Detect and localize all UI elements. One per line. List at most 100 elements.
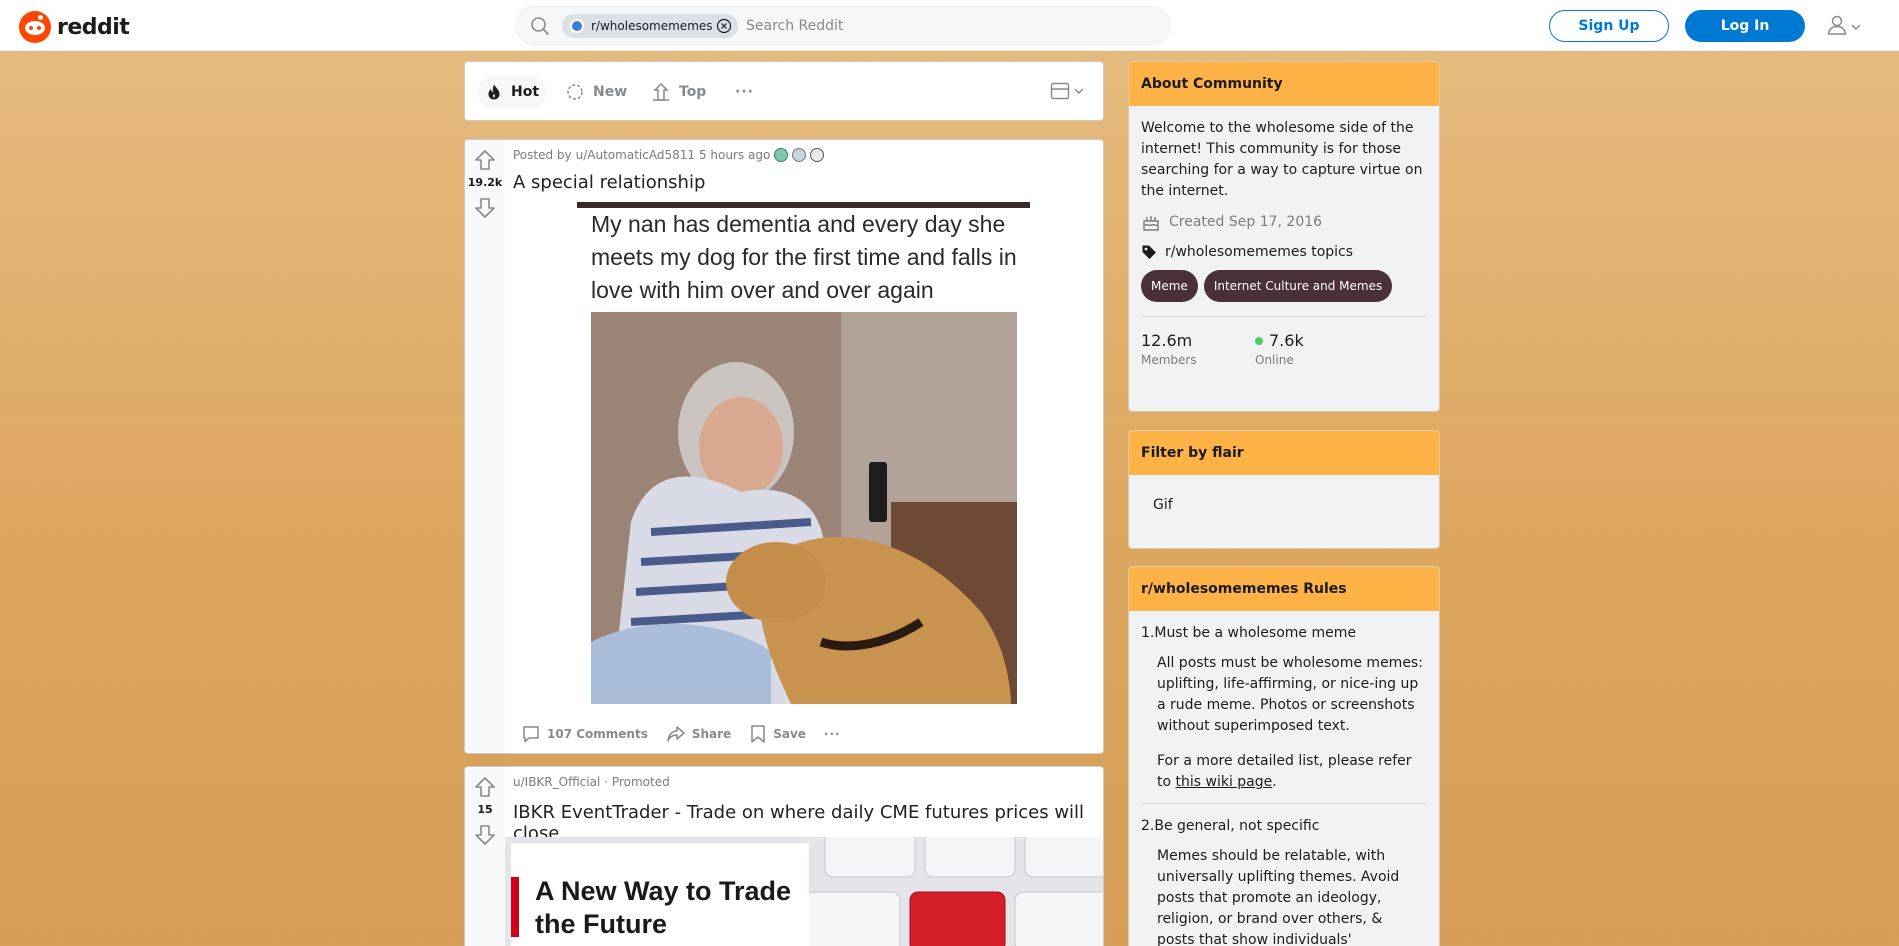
reddit-logo[interactable]: reddit xyxy=(19,11,130,43)
topic-chip-internet-culture[interactable]: Internet Culture and Memes xyxy=(1203,270,1393,302)
topic-chip-meme[interactable]: Meme xyxy=(1141,270,1198,302)
members-stat: 12.6m Members xyxy=(1141,331,1255,367)
award-icon[interactable] xyxy=(810,148,825,162)
filter-by-flair-header: Filter by flair xyxy=(1129,431,1439,475)
save-label: Save xyxy=(773,727,806,741)
logo-text: reddit xyxy=(57,14,130,40)
more-dots-icon: ··· xyxy=(823,727,841,741)
ad-image[interactable]: A New Way to Trade the Future xyxy=(505,837,1103,946)
chevron-down-icon xyxy=(1074,88,1084,94)
card-view-icon xyxy=(1050,82,1070,100)
layout-view-toggle[interactable] xyxy=(1050,82,1085,100)
close-chip-icon[interactable] xyxy=(716,18,732,37)
subreddit-search-chip: r/wholesomememes xyxy=(562,14,738,38)
user-icon xyxy=(1826,14,1848,40)
post-image[interactable]: My nan has dementia and every day she me… xyxy=(505,202,1103,714)
vote-count: 19.2k xyxy=(467,176,503,189)
post-title[interactable]: A special relationship xyxy=(513,172,705,193)
rule-description: All posts must be wholesome memes: uplif… xyxy=(1157,655,1423,734)
post-more-button[interactable]: ··· xyxy=(818,721,847,747)
post-author-link[interactable]: u/AutomaticAd5811 xyxy=(576,148,695,162)
meme-photo xyxy=(591,312,1017,704)
members-label: Members xyxy=(1141,353,1197,367)
sparkle-icon xyxy=(567,84,583,100)
rule-title: 1.Must be a wholesome meme xyxy=(1141,625,1356,641)
upvote-arrow-icon[interactable] xyxy=(473,775,497,803)
tag-icon xyxy=(1142,245,1156,259)
ad-headline-card: A New Way to Trade the Future xyxy=(511,843,809,946)
rule-item[interactable]: 2.Be general, not specific Memes should … xyxy=(1129,804,1439,946)
more-dots-icon: ··· xyxy=(735,84,754,100)
sort-new-label: New xyxy=(593,84,628,100)
sort-top[interactable]: Top xyxy=(643,76,714,108)
rule-item[interactable]: 1.Must be a wholesome meme All posts mus… xyxy=(1129,611,1439,804)
vote-count: 15 xyxy=(477,803,493,816)
comments-button[interactable]: 107 Comments xyxy=(515,718,654,750)
online-count: 7.6k xyxy=(1269,331,1304,350)
flair-list: Gif xyxy=(1129,475,1439,535)
online-dot-icon xyxy=(1255,336,1263,345)
top-chart-icon xyxy=(653,82,669,101)
topics-label: r/wholesomememes topics xyxy=(1165,244,1354,260)
post-time[interactable]: 5 hours ago xyxy=(699,148,770,162)
log-in-button[interactable]: Log In xyxy=(1685,10,1805,42)
topics-line: r/wholesomememes topics xyxy=(1129,232,1439,260)
wiki-page-link[interactable]: this wiki page xyxy=(1176,774,1273,790)
cake-icon xyxy=(1143,216,1159,231)
reddit-snoo-icon xyxy=(19,11,51,43)
share-label: Share xyxy=(691,727,732,741)
rules-header: r/wholesomememes Rules xyxy=(1129,567,1439,611)
flair-item-gif[interactable]: Gif xyxy=(1153,497,1173,513)
rule-wiki-note: For a more detailed list, please refer t… xyxy=(1157,753,1412,790)
flame-icon xyxy=(488,84,500,100)
members-count: 12.6m xyxy=(1141,331,1193,350)
chip-label: r/wholesomememes xyxy=(591,19,713,33)
chevron-down-icon xyxy=(1850,18,1862,37)
post-author-link[interactable]: u/IBKR_Official xyxy=(513,775,600,789)
created-label: Created Sep 17, 2016 xyxy=(1169,214,1323,230)
subreddit-icon xyxy=(570,19,584,33)
rule-body: Memes should be relatable, with universa… xyxy=(1141,834,1427,946)
upvote-arrow-icon[interactable] xyxy=(473,148,497,176)
search-input[interactable] xyxy=(746,15,1146,37)
about-community-header: About Community xyxy=(1129,62,1439,106)
post-meta: Posted by u/AutomaticAd5811 5 hours ago xyxy=(513,148,825,162)
rule-description: Memes should be relatable, with universa… xyxy=(1157,848,1400,946)
post-actions: 107 Comments Share Save ··· xyxy=(505,715,1103,753)
search-icon xyxy=(530,16,550,40)
comment-icon xyxy=(523,726,539,743)
sign-up-button[interactable]: Sign Up xyxy=(1549,10,1669,42)
rule-body: All posts must be wholesome memes: uplif… xyxy=(1141,641,1427,793)
downvote-arrow-icon[interactable] xyxy=(473,823,497,851)
save-button[interactable]: Save xyxy=(743,718,812,750)
about-community-widget: About Community Welcome to the wholesome… xyxy=(1128,61,1440,412)
sort-new[interactable]: New xyxy=(557,76,635,108)
promoted-post-card[interactable]: 15 u/IBKR_Official · Promoted IBKR Event… xyxy=(464,766,1104,946)
share-icon xyxy=(667,726,685,742)
community-stats: 12.6m Members 7.6k Online xyxy=(1129,317,1439,367)
rule-title: 2.Be general, not specific xyxy=(1141,818,1320,834)
rules-widget: r/wholesomememes Rules 1.Must be a whole… xyxy=(1128,566,1440,946)
award-icon[interactable] xyxy=(792,148,807,162)
topic-chips: Meme Internet Culture and Memes xyxy=(1129,260,1439,302)
sort-bar: Hot New Top ··· xyxy=(464,61,1104,121)
search-bar[interactable]: r/wholesomememes xyxy=(515,6,1171,45)
share-button[interactable]: Share xyxy=(660,718,737,750)
user-menu-dropdown[interactable] xyxy=(1826,14,1862,40)
promoted-label: · Promoted xyxy=(604,775,670,789)
online-label: Online xyxy=(1255,353,1294,367)
vote-column: 15 xyxy=(465,767,505,946)
bookmark-icon xyxy=(751,725,765,743)
top-header: reddit r/wholesomememes Sign Up Log In xyxy=(0,0,1899,51)
post-card[interactable]: 19.2k Posted by u/AutomaticAd5811 5 hour… xyxy=(464,139,1104,754)
sort-more-button[interactable]: ··· xyxy=(727,76,762,108)
downvote-arrow-icon[interactable] xyxy=(473,196,497,224)
meme-caption: My nan has dementia and every day she me… xyxy=(591,211,1017,303)
created-date: Created Sep 17, 2016 xyxy=(1129,202,1439,232)
ad-headline: A New Way to Trade the Future xyxy=(535,876,792,939)
community-description: Welcome to the wholesome side of the int… xyxy=(1141,120,1423,199)
filter-by-flair-widget: Filter by flair Gif xyxy=(1128,430,1440,549)
award-icon[interactable] xyxy=(774,148,789,162)
comments-label: 107 Comments xyxy=(547,727,648,741)
sort-hot[interactable]: Hot xyxy=(477,76,548,108)
